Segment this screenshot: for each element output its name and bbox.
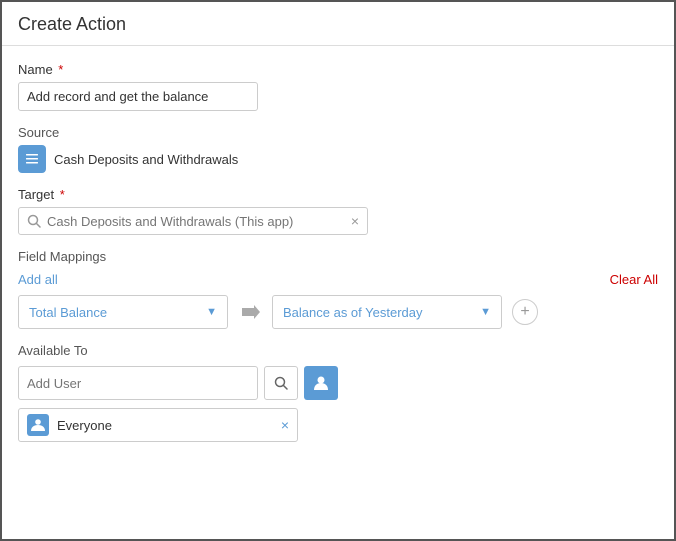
- user-search-row: [18, 366, 658, 400]
- page-title: Create Action: [18, 14, 126, 34]
- mapping-right-text: Balance as of Yesterday: [283, 305, 423, 320]
- source-text: Cash Deposits and Withdrawals: [54, 152, 238, 167]
- mapping-row: Total Balance ▼ Balance as of Yesterday …: [18, 295, 658, 329]
- user-search-button[interactable]: [264, 366, 298, 400]
- name-label: Name *: [18, 62, 658, 77]
- source-field-group: Source Cash Deposits and Withdrawals: [18, 125, 658, 173]
- field-mappings-label: Field Mappings: [18, 249, 658, 264]
- target-input[interactable]: [47, 214, 345, 229]
- mapping-left-dropdown[interactable]: Total Balance ▼: [18, 295, 228, 329]
- available-to-section: Available To: [18, 343, 658, 442]
- target-search-box[interactable]: ×: [18, 207, 368, 235]
- everyone-row: Everyone ×: [18, 408, 298, 442]
- mapping-right-dropdown[interactable]: Balance as of Yesterday ▼: [272, 295, 502, 329]
- list-icon: [18, 145, 46, 173]
- add-mapping-button[interactable]: +: [512, 299, 538, 325]
- everyone-text: Everyone: [57, 418, 273, 433]
- add-clear-row: Add all Clear All: [18, 272, 658, 287]
- everyone-icon: [27, 414, 49, 436]
- clear-all-link[interactable]: Clear All: [610, 272, 658, 287]
- search-icon: [27, 214, 41, 228]
- source-row: Cash Deposits and Withdrawals: [18, 145, 658, 173]
- name-input[interactable]: [18, 82, 258, 111]
- target-clear-icon[interactable]: ×: [351, 213, 359, 229]
- search-icon-small: [274, 376, 288, 390]
- target-required-star: *: [56, 187, 65, 202]
- arrow-icon: [238, 302, 262, 322]
- panel-header: Create Action: [2, 2, 674, 46]
- field-mappings-section: Field Mappings Add all Clear All Total B…: [18, 249, 658, 329]
- add-person-button[interactable]: [304, 366, 338, 400]
- add-user-input[interactable]: [18, 366, 258, 400]
- mapping-left-text: Total Balance: [29, 305, 107, 320]
- available-to-label: Available To: [18, 343, 658, 358]
- form-body: Name * Source Cash Deposits and Withdraw…: [2, 46, 674, 458]
- required-star: *: [55, 62, 64, 77]
- everyone-remove-icon[interactable]: ×: [281, 417, 289, 433]
- target-label: Target *: [18, 187, 658, 202]
- arrow-svg: [238, 302, 262, 322]
- chevron-down-icon-left: ▼: [206, 306, 217, 318]
- list-svg: [24, 151, 40, 167]
- target-field-group: Target * ×: [18, 187, 658, 235]
- create-action-panel: Create Action Name * Source Cash Depo: [0, 0, 676, 541]
- chevron-down-icon-right: ▼: [480, 306, 491, 318]
- source-label: Source: [18, 125, 658, 140]
- group-icon: [30, 417, 46, 433]
- name-field-group: Name *: [18, 62, 658, 111]
- person-icon: [312, 374, 330, 392]
- add-all-link[interactable]: Add all: [18, 272, 58, 287]
